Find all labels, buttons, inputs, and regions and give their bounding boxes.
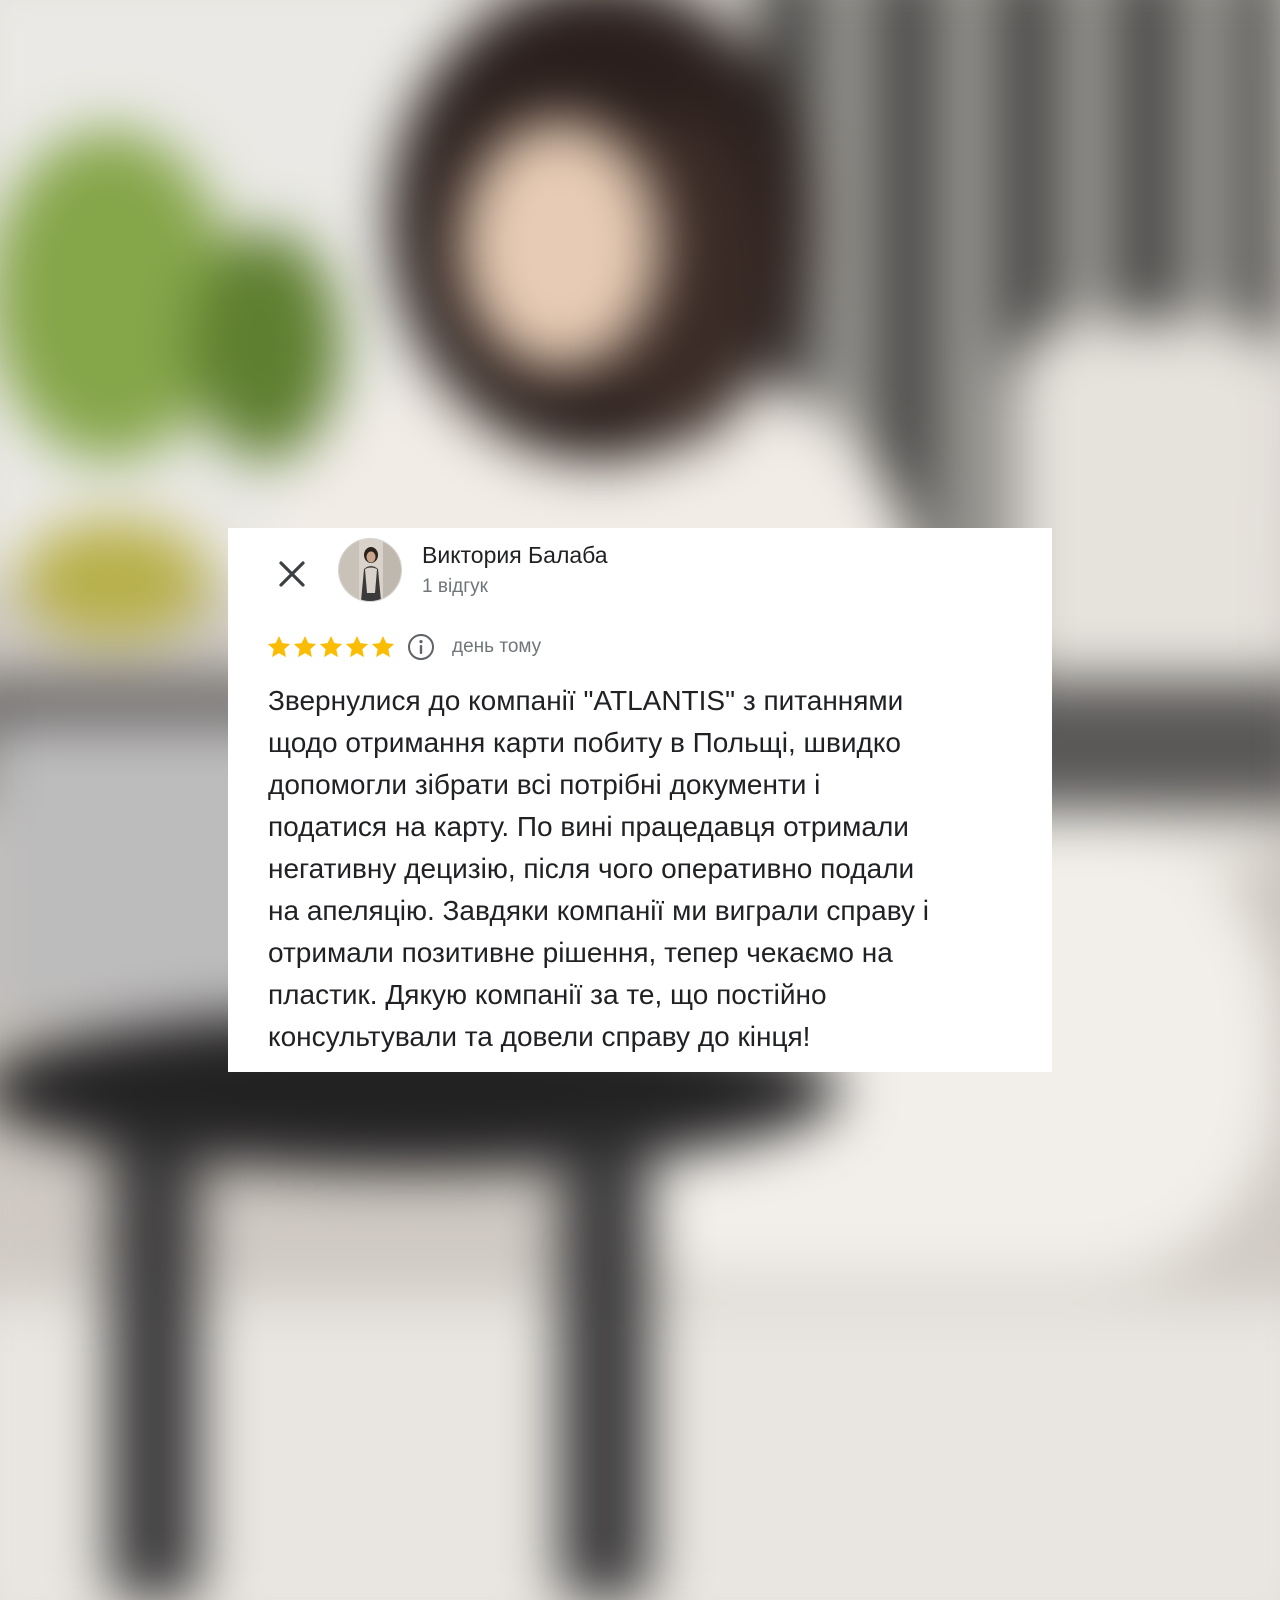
star-icon bbox=[319, 635, 343, 658]
reviewer-review-count: 1 відгук bbox=[422, 576, 488, 597]
star-icon bbox=[345, 635, 369, 658]
avatar[interactable] bbox=[338, 538, 402, 602]
close-icon bbox=[279, 561, 305, 587]
review-text: Звернулися до компанії "ATLANTIS" з пита… bbox=[268, 685, 929, 1052]
star-icon bbox=[267, 635, 291, 658]
avatar-photo bbox=[339, 539, 401, 601]
review-card: Виктория Балаба 1 відгук день тому Зверн… bbox=[228, 528, 1052, 1072]
star-icon bbox=[371, 635, 395, 658]
review-date: день тому bbox=[452, 636, 542, 657]
reviewer-name[interactable]: Виктория Балаба bbox=[422, 542, 608, 569]
info-icon bbox=[408, 634, 434, 660]
star-rating bbox=[266, 634, 396, 660]
rating-row: день тому bbox=[266, 632, 541, 662]
info-button[interactable] bbox=[406, 632, 436, 662]
star-icon bbox=[293, 635, 317, 658]
close-button[interactable] bbox=[272, 554, 312, 594]
